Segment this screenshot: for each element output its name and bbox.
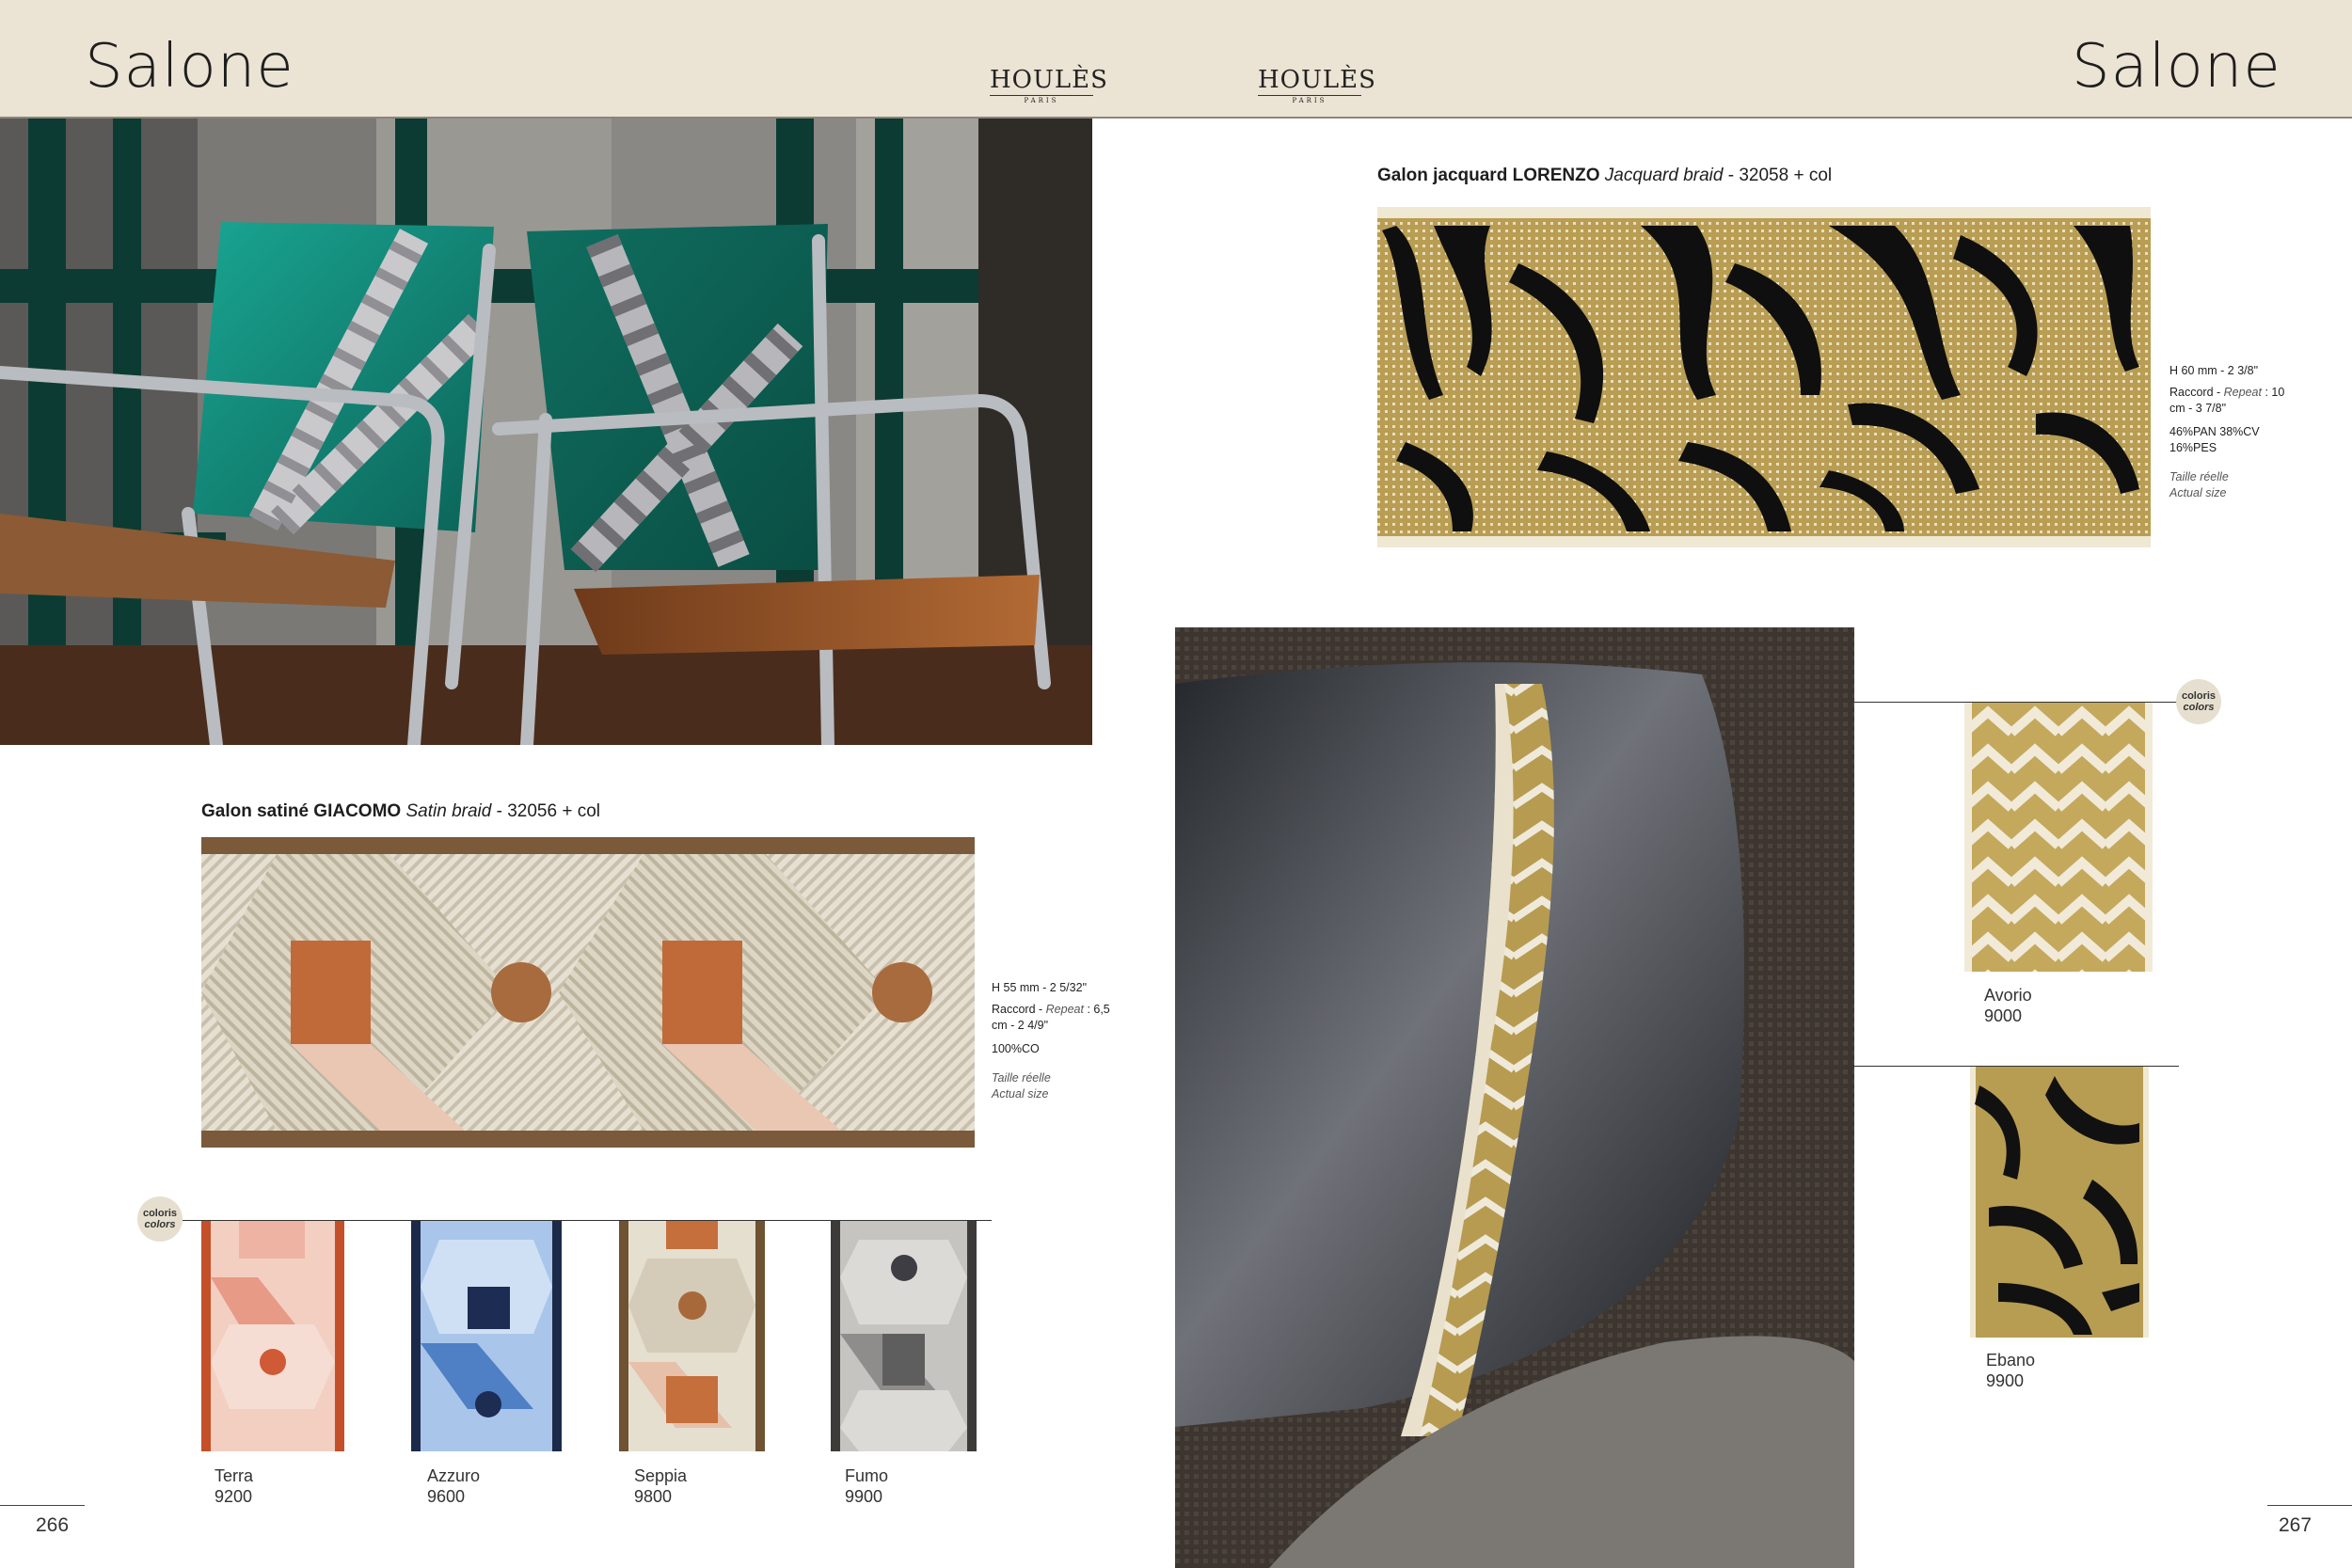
spec-size-fr: Taille réelle: [992, 1071, 1051, 1085]
spec-repeat: Raccord - Repeat : 10 cm - 3 7/8": [2169, 385, 2301, 417]
product-reference: - 32056 + col: [496, 801, 600, 821]
lorenzo-braid-image: [1377, 207, 2151, 547]
spec-size-en: Actual size: [992, 1087, 1049, 1101]
page-rule-left: [0, 1505, 85, 1506]
swatch-code: 9200: [215, 1487, 253, 1506]
giacomo-specs: H 55 mm - 2 5/32" Raccord - Repeat : 6,5…: [992, 980, 1123, 1102]
spec-repeat-fr: Raccord -: [992, 1003, 1046, 1016]
swatch-name: Ebano: [1986, 1351, 2036, 1370]
swatch-terra: [201, 1221, 344, 1451]
spec-height: H 55 mm - 2 5/32": [992, 981, 1088, 994]
spec-size-fr: Taille réelle: [2169, 470, 2229, 483]
swatch-label-seppia: Seppia 9800: [634, 1465, 687, 1507]
badge-en: colors: [144, 1219, 176, 1230]
swatch-code: 9900: [1986, 1371, 2025, 1390]
houles-logo-left: HOULÈS PARIS: [990, 66, 1108, 105]
swatch-label-ebano: Ebano 9900: [1986, 1350, 2035, 1391]
left-section-title: Salone: [85, 32, 294, 102]
logo-sub: PARIS: [990, 95, 1093, 105]
swatch-name: Fumo: [845, 1466, 889, 1485]
product-english-label: Satin braid: [405, 801, 492, 821]
spec-composition: 46%PAN 38%CV 16%PES: [2169, 425, 2260, 454]
logo-brand: HOULÈS: [1258, 66, 1376, 94]
logo-sub: PARIS: [1258, 95, 1361, 105]
swatch-label-azzuro: Azzuro 9600: [427, 1465, 480, 1507]
spec-repeat-fr: Raccord -: [2169, 386, 2224, 399]
swatch-code: 9900: [845, 1487, 883, 1506]
product-english-label: Jacquard braid: [1604, 166, 1724, 185]
spec-composition: 100%CO: [992, 1042, 1040, 1055]
houles-logo-right: HOULÈS PARIS: [1258, 66, 1376, 105]
giacomo-product-title: Galon satiné GIACOMO Satin braid - 32056…: [201, 801, 600, 822]
swatch-avorio: [1964, 703, 2153, 972]
giacomo-braid-image: [201, 837, 975, 1148]
page-header: [0, 0, 2352, 119]
colors-badge-left: coloris colors: [137, 1196, 183, 1242]
logo-brand: HOULÈS: [990, 66, 1108, 94]
swatch-code: 9000: [1984, 1006, 2023, 1025]
lorenzo-specs: H 60 mm - 2 3/8" Raccord - Repeat : 10 c…: [2169, 363, 2301, 501]
product-type-label: Galon jacquard LORENZO: [1377, 166, 1600, 185]
badge-fr: coloris: [142, 1208, 178, 1219]
swatch-label-terra: Terra 9200: [215, 1465, 253, 1507]
swatch-code: 9600: [427, 1487, 466, 1506]
badge-fr: coloris: [2181, 690, 2217, 702]
product-type-label: Galon satiné GIACOMO: [201, 801, 402, 821]
swatch-fumo: [831, 1221, 977, 1451]
spec-repeat-en: Repeat: [2223, 386, 2262, 399]
swatch-name: Azzuro: [427, 1466, 481, 1485]
page-number-right: 267: [2279, 1514, 2312, 1536]
swatch-name: Avorio: [1984, 986, 2032, 1005]
swatch-name: Terra: [215, 1466, 254, 1485]
page-rule-right: [2267, 1505, 2352, 1506]
lorenzo-product-title: Galon jacquard LORENZO Jacquard braid - …: [1377, 166, 1832, 186]
swatch-seppia: [619, 1221, 765, 1451]
badge-en: colors: [2183, 702, 2215, 713]
swatch-azzuro: [411, 1221, 562, 1451]
cushion-photo: [1175, 627, 1854, 1568]
page-number-left: 266: [36, 1514, 70, 1536]
product-reference: - 32058 + col: [1727, 166, 1833, 185]
spec-height: H 60 mm - 2 3/8": [2169, 364, 2259, 377]
swatch-label-avorio: Avorio 9000: [1984, 985, 2032, 1026]
right-section-title: Salone: [2072, 32, 2281, 102]
spec-size-en: Actual size: [2169, 486, 2227, 499]
spec-repeat: Raccord - Repeat : 6,5 cm - 2 4/9": [992, 1002, 1123, 1034]
chairs-photo: [0, 119, 1092, 745]
swatch-ebano: [1970, 1067, 2149, 1338]
spec-repeat-en: Repeat: [1045, 1003, 1084, 1016]
swatch-label-fumo: Fumo 9900: [845, 1465, 888, 1507]
swatch-code: 9800: [634, 1487, 673, 1506]
colors-badge-right: coloris colors: [2176, 679, 2221, 724]
swatch-name: Seppia: [634, 1466, 688, 1485]
